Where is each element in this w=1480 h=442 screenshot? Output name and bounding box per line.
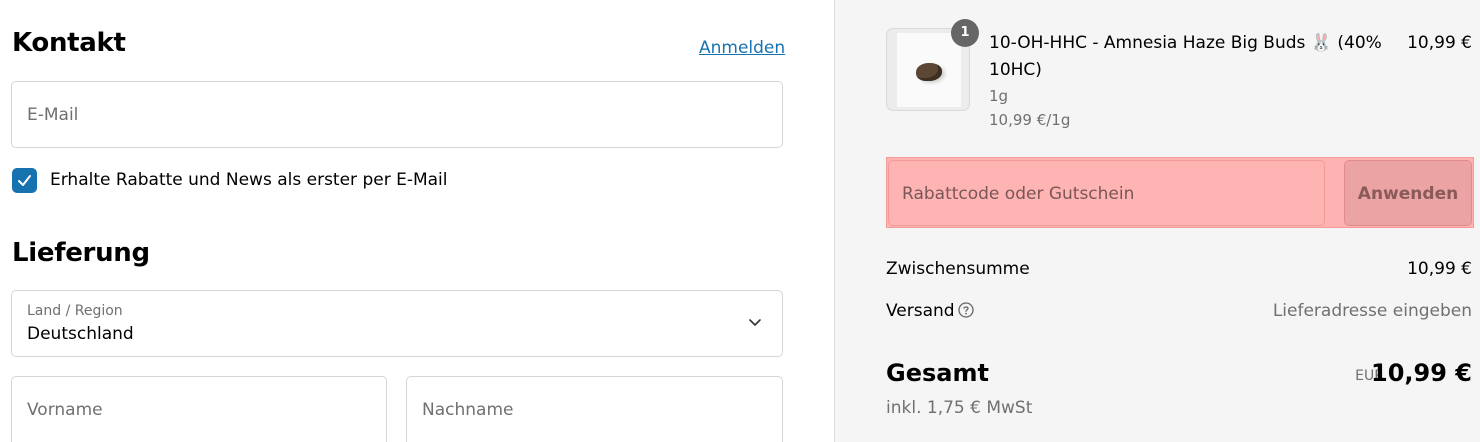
apply-coupon-button[interactable]: Anwenden	[1344, 160, 1472, 226]
last-name-placeholder: Nachname	[422, 400, 514, 420]
subtotal-value: 10,99 €	[1407, 259, 1472, 279]
product-price: 10,99 €	[1407, 33, 1472, 53]
tax-note: inkl. 1,75 € MwSt	[886, 398, 1033, 418]
product-bud-image	[916, 63, 942, 81]
last-name-field[interactable]: Nachname	[406, 376, 783, 442]
apply-coupon-label: Anwenden	[1357, 184, 1459, 204]
email-field[interactable]: E-Mail	[11, 81, 783, 148]
checkout-form: Kontakt Anmelden E-Mail Erhalte Rabatte …	[0, 0, 834, 442]
first-name-placeholder: Vorname	[27, 400, 103, 420]
product-variant: 1g	[989, 87, 1009, 105]
email-placeholder: E-Mail	[27, 105, 79, 125]
newsletter-label: Erhalte Rabatte und News als erster per …	[50, 170, 448, 190]
chevron-down-icon	[749, 319, 761, 326]
shipping-value: Lieferadresse eingeben	[1272, 301, 1472, 321]
help-circle-icon[interactable]	[958, 302, 974, 318]
first-name-field[interactable]: Vorname	[11, 376, 387, 442]
subtotal-label: Zwischensumme	[886, 259, 1030, 279]
login-link[interactable]: Anmelden	[699, 38, 785, 58]
country-label: Land / Region	[27, 303, 123, 319]
delivery-heading: Lieferung	[12, 238, 150, 268]
country-value: Deutschland	[27, 324, 134, 344]
coupon-placeholder: Rabattcode oder Gutschein	[902, 184, 1135, 204]
product-unit-price: 10,99 €/1g	[989, 111, 1071, 129]
coupon-input[interactable]: Rabattcode oder Gutschein	[888, 160, 1325, 226]
quantity-badge: 1	[951, 19, 979, 47]
order-summary: 1 10-OH-HHC - Amnesia Haze Big Buds 🐰 (4…	[834, 0, 1480, 442]
product-title: 10-OH-HHC - Amnesia Haze Big Buds 🐰 (40%…	[989, 33, 1382, 80]
country-select[interactable]: Land / Region Deutschland	[11, 290, 783, 357]
total-value: 10,99 €	[1371, 359, 1472, 387]
total-label: Gesamt	[886, 359, 989, 387]
newsletter-checkbox[interactable]	[12, 168, 37, 193]
checkbox-check-icon	[18, 175, 31, 186]
shipping-label: Versand	[886, 301, 955, 321]
contact-heading: Kontakt	[12, 28, 126, 58]
